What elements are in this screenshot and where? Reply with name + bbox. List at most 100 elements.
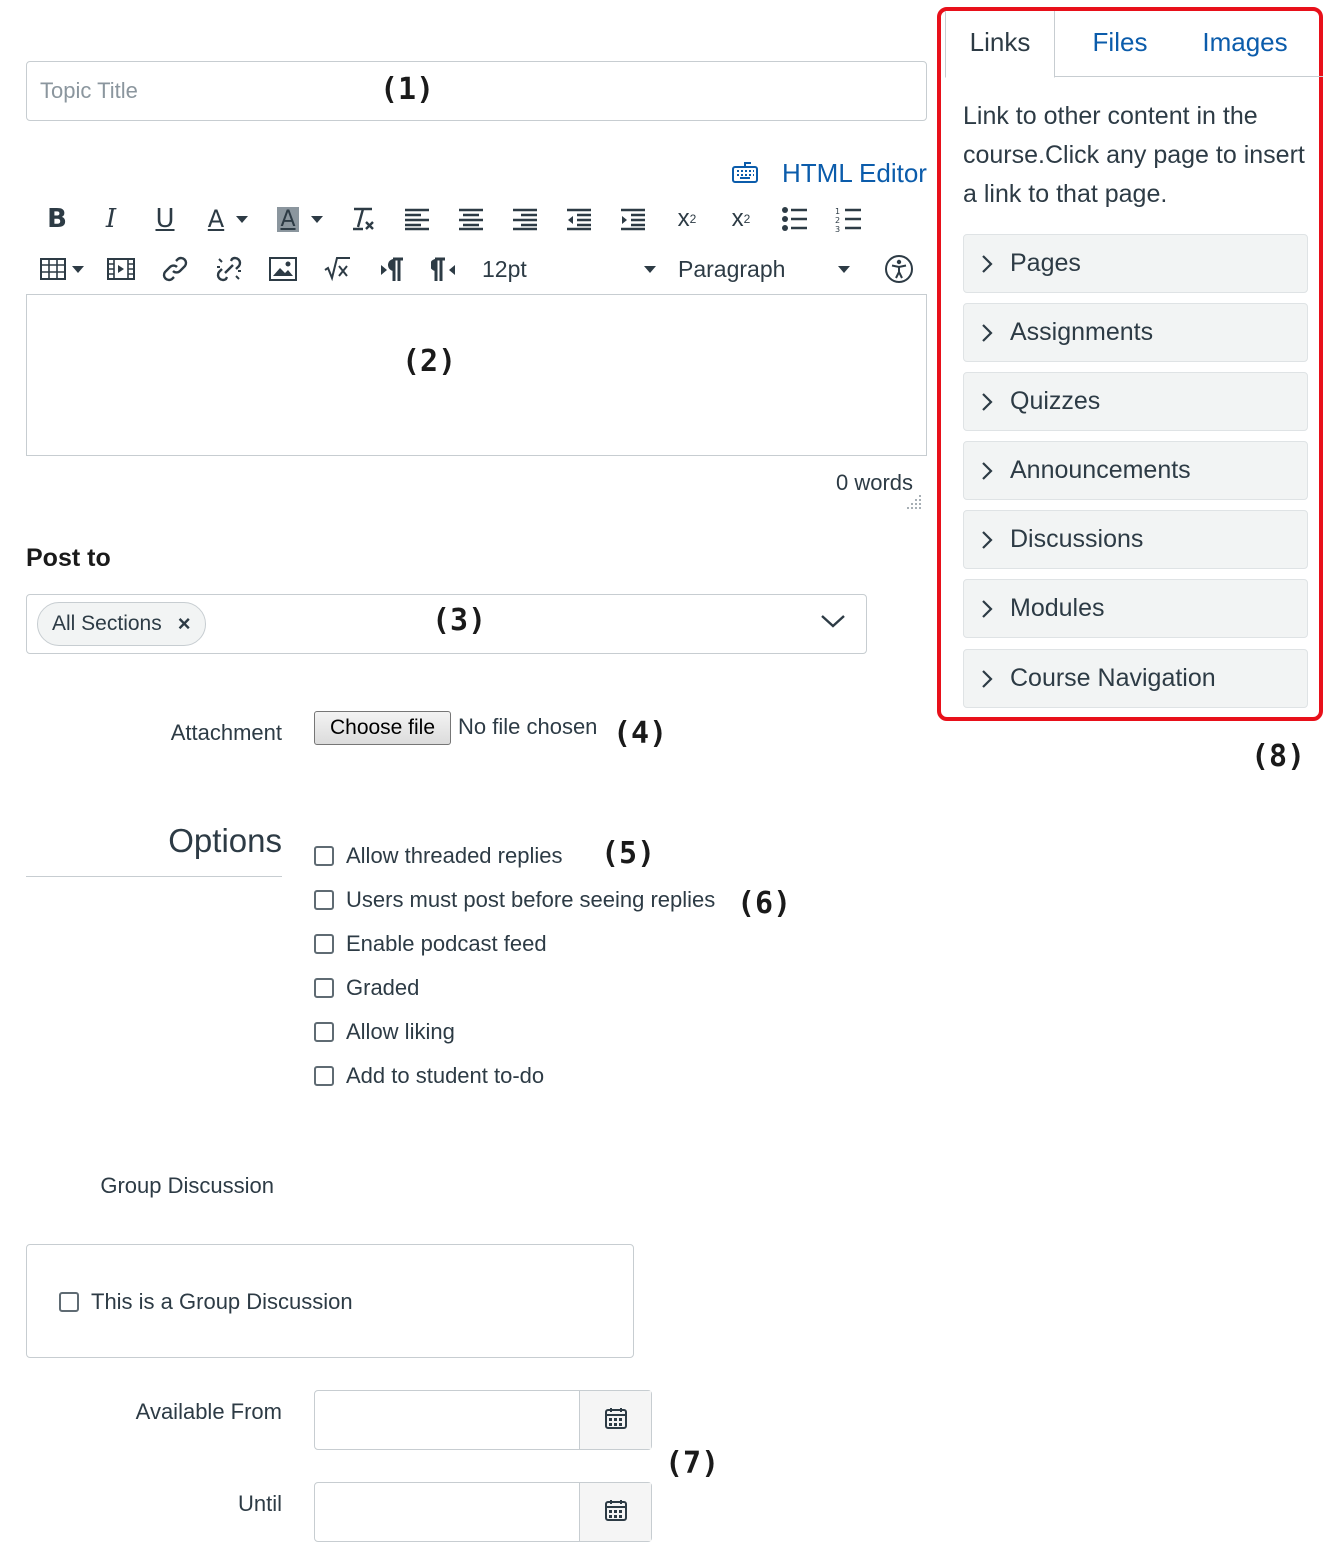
tab-images[interactable]: Images <box>1187 11 1303 77</box>
until-input[interactable] <box>314 1482 652 1542</box>
background-color-icon[interactable]: A <box>264 198 336 240</box>
checkbox[interactable] <box>314 1066 334 1086</box>
attachment-label: Attachment <box>170 720 282 745</box>
superscript-icon[interactable]: x2 <box>660 198 714 240</box>
numbered-list-icon[interactable]: 123 <box>822 198 876 240</box>
outdent-icon[interactable] <box>552 198 606 240</box>
checkbox[interactable] <box>59 1292 79 1312</box>
align-center-icon[interactable] <box>444 198 498 240</box>
clear-formatting-icon[interactable] <box>336 198 390 240</box>
block-format-select[interactable]: Paragraph <box>678 256 856 283</box>
chevron-right-icon <box>964 254 1010 274</box>
calendar-icon <box>604 1498 628 1527</box>
option-label: Allow liking <box>346 1019 455 1044</box>
calendar-icon <box>604 1406 628 1435</box>
text-color-icon[interactable]: A <box>192 198 264 240</box>
section-course-navigation[interactable]: Course Navigation <box>963 649 1308 708</box>
remove-chip-icon[interactable]: × <box>178 611 191 637</box>
rich-content-editor-body[interactable] <box>26 294 927 456</box>
section-assignments[interactable]: Assignments <box>963 303 1308 362</box>
italic-icon[interactable]: I <box>84 198 138 240</box>
callout-1: (1) <box>380 72 435 107</box>
caret-icon <box>72 265 84 273</box>
indent-icon[interactable] <box>606 198 660 240</box>
option-allow-liking[interactable]: Allow liking <box>314 1017 455 1047</box>
section-quizzes[interactable]: Quizzes <box>963 372 1308 431</box>
option-label: Enable podcast feed <box>346 931 547 956</box>
available-from-input[interactable] <box>314 1390 652 1450</box>
caret-icon <box>838 265 850 273</box>
checkbox[interactable] <box>314 934 334 954</box>
table-icon[interactable] <box>30 248 94 290</box>
chevron-right-icon <box>964 392 1010 412</box>
image-icon[interactable] <box>256 248 310 290</box>
svg-text:1: 1 <box>835 207 840 216</box>
panel-description: Link to other content in the course.Clic… <box>963 102 1305 208</box>
html-editor-label: HTML Editor <box>782 157 927 188</box>
section-label: Announcements <box>1010 456 1191 484</box>
section-pages[interactable]: Pages <box>963 234 1308 293</box>
unlink-icon[interactable] <box>202 248 256 290</box>
align-left-icon[interactable] <box>390 198 444 240</box>
panel-tabs: Links Files Images <box>945 11 1323 78</box>
option-post-before-seeing[interactable]: Users must post before seeing replies <box>314 885 715 915</box>
group-discussion-option[interactable]: This is a Group Discussion <box>59 1287 353 1317</box>
checkbox[interactable] <box>314 978 334 998</box>
equation-icon[interactable] <box>310 248 364 290</box>
section-chip[interactable]: All Sections × <box>37 602 206 646</box>
option-student-todo[interactable]: Add to student to-do <box>314 1061 544 1091</box>
calendar-button[interactable] <box>579 1391 651 1449</box>
font-size-select[interactable]: 12pt <box>482 256 662 283</box>
chevron-down-icon[interactable] <box>820 613 846 634</box>
topic-title-input[interactable]: Topic Title <box>26 61 927 121</box>
calendar-button[interactable] <box>579 1483 651 1541</box>
post-to-label: Post to <box>26 544 111 572</box>
option-graded[interactable]: Graded <box>314 973 419 1003</box>
align-right-icon[interactable] <box>498 198 552 240</box>
section-discussions[interactable]: Discussions <box>963 510 1308 569</box>
ltr-icon[interactable] <box>364 248 418 290</box>
section-label: Course Navigation <box>1010 664 1216 692</box>
callout-3: (3) <box>432 603 487 638</box>
callout-4: (4) <box>613 716 668 751</box>
caret-icon <box>644 265 656 273</box>
choose-file-button[interactable]: Choose file <box>314 711 451 745</box>
option-label: Graded <box>346 975 420 1000</box>
section-label: Quizzes <box>1010 387 1101 415</box>
option-label: Users must post before seeing replies <box>346 887 716 912</box>
svg-text:3: 3 <box>835 225 840 233</box>
section-label: Modules <box>1010 594 1105 622</box>
option-podcast-feed[interactable]: Enable podcast feed <box>314 929 547 959</box>
callout-7: (7) <box>665 1446 720 1481</box>
underline-icon[interactable]: U <box>138 198 192 240</box>
resize-handle-icon[interactable] <box>906 494 922 510</box>
file-status: No file chosen <box>458 714 598 739</box>
until-label: Until <box>237 1491 282 1516</box>
section-label: Pages <box>1010 249 1081 277</box>
option-allow-threaded-replies[interactable]: Allow threaded replies <box>314 841 562 871</box>
checkbox[interactable] <box>314 890 334 910</box>
chevron-right-icon <box>964 599 1010 619</box>
section-modules[interactable]: Modules <box>963 579 1308 638</box>
media-icon[interactable] <box>94 248 148 290</box>
rtl-icon[interactable] <box>418 248 472 290</box>
content-selector-panel: Links Files Images Link to other content… <box>937 7 1323 721</box>
svg-text:2: 2 <box>835 216 840 225</box>
html-editor-link[interactable]: HTML Editor <box>730 154 927 192</box>
tab-links[interactable]: Links <box>945 11 1055 78</box>
options-heading: Options <box>26 822 282 877</box>
chevron-right-icon <box>964 323 1010 343</box>
bulleted-list-icon[interactable] <box>768 198 822 240</box>
checkbox[interactable] <box>314 846 334 866</box>
callout-8: (8) <box>1251 739 1306 774</box>
section-label: Assignments <box>1010 318 1154 346</box>
bold-icon[interactable]: B <box>30 198 84 240</box>
chevron-right-icon <box>964 530 1010 550</box>
section-announcements[interactable]: Announcements <box>963 441 1308 500</box>
tab-files[interactable]: Files <box>1067 11 1173 77</box>
accessibility-icon[interactable] <box>872 248 926 290</box>
word-count: 0 words <box>836 470 914 495</box>
checkbox[interactable] <box>314 1022 334 1042</box>
subscript-icon[interactable]: x2 <box>714 198 768 240</box>
link-icon[interactable] <box>148 248 202 290</box>
